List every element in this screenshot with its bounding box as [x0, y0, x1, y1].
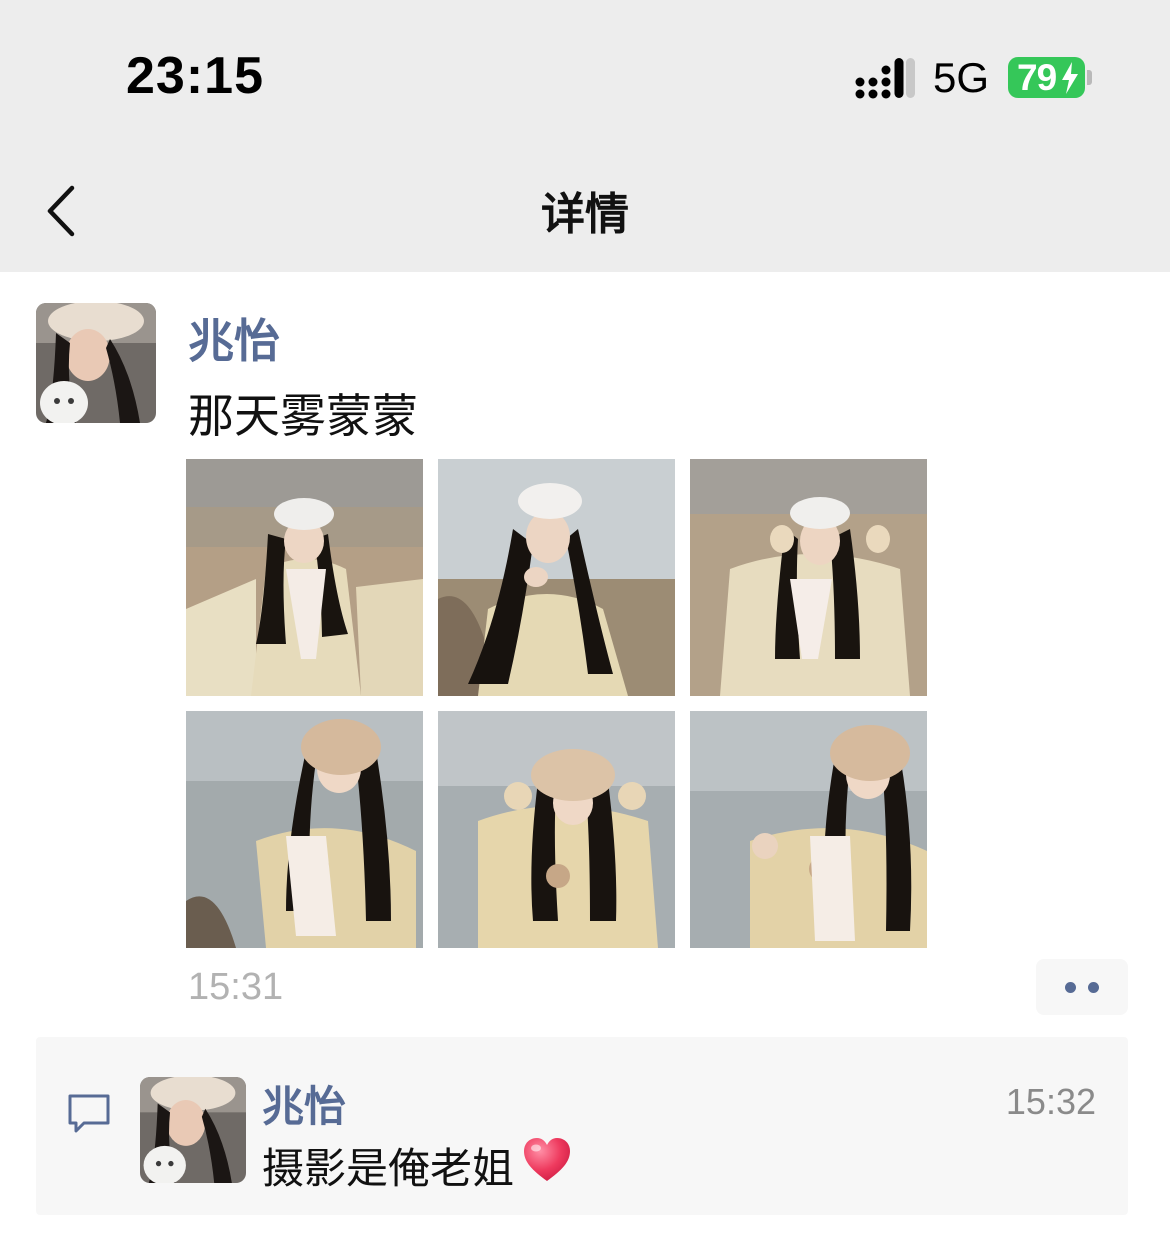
post-author-name[interactable]: 兆怡 — [188, 305, 280, 371]
comment-section: 兆怡 15:32 摄影是俺老姐 — [36, 1037, 1128, 1215]
more-dots-icon — [1088, 982, 1099, 993]
photo-6[interactable] — [690, 711, 927, 948]
comment-bubble-icon — [68, 1094, 110, 1133]
status-time: 23:15 — [126, 47, 264, 105]
comment-author-name[interactable]: 兆怡 — [262, 1073, 346, 1134]
cellular-signal-icon — [855, 56, 915, 100]
status-bar: 23:15 5G 79 — [0, 0, 1170, 150]
author-avatar[interactable] — [36, 303, 156, 423]
photo-5[interactable] — [438, 711, 675, 948]
battery-level: 79 — [1017, 57, 1057, 98]
more-dots-icon — [1065, 982, 1076, 993]
photo-1[interactable] — [186, 459, 423, 696]
photo-3[interactable] — [690, 459, 927, 696]
post-text: 那天雾蒙蒙 — [188, 389, 418, 443]
photo-4[interactable] — [186, 711, 423, 948]
commenter-avatar[interactable] — [140, 1077, 246, 1183]
heart-icon — [524, 1138, 570, 1181]
battery-charging-icon: 79 — [1008, 57, 1085, 98]
battery-cap — [1087, 70, 1092, 85]
comment-timestamp: 15:32 — [1005, 1081, 1096, 1122]
network-type: 5G — [933, 54, 990, 101]
photo-2[interactable] — [438, 459, 675, 696]
page-title: 详情 — [541, 189, 629, 240]
photo-grid — [186, 459, 928, 949]
charging-bolt-icon — [1062, 62, 1078, 94]
nav-bar: 详情 — [0, 150, 1170, 272]
more-actions-button[interactable] — [1036, 959, 1128, 1015]
post-timestamp: 15:31 — [188, 966, 284, 1008]
comment-text: 摄影是俺老姐 — [262, 1144, 515, 1193]
